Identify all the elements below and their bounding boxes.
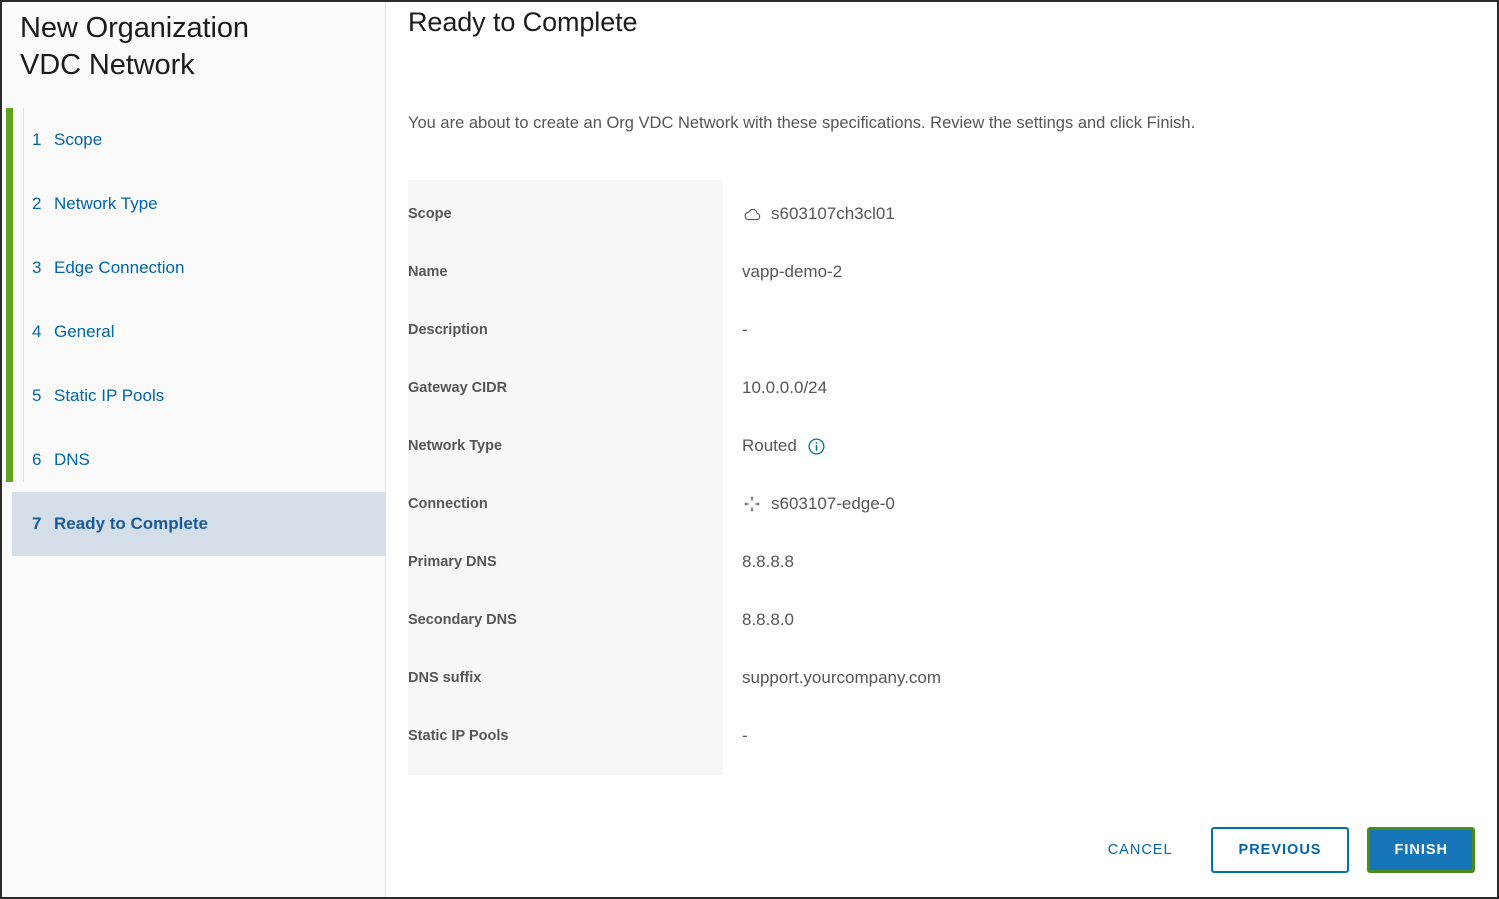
summary-row-static-ip-pools: - [742, 707, 1458, 765]
summary-row-primary-dns: 8.8.8.8 [742, 533, 1458, 591]
cancel-button[interactable]: CANCEL [1092, 832, 1189, 868]
wizard-sidebar: New Organization VDC Network 1 Scope 2 N… [2, 2, 386, 897]
summary-value: 8.8.8.0 [742, 610, 794, 629]
summary-label-column: Scope Name Description Gateway CIDR Netw… [408, 180, 723, 775]
sidebar-item-general[interactable]: 4 General [2, 300, 385, 364]
summary-row-network-type: Routed [742, 417, 1458, 475]
wizard-dialog: New Organization VDC Network 1 Scope 2 N… [0, 0, 1499, 899]
summary-value: 10.0.0.0/24 [742, 378, 828, 397]
sidebar-item-static-ip-pools[interactable]: 5 Static IP Pools [2, 364, 385, 428]
step-number: 2 [32, 194, 42, 214]
summary-value: support.yourcompany.com [742, 668, 942, 687]
connect-arrows-icon [742, 494, 762, 514]
previous-button[interactable]: PREVIOUS [1210, 827, 1350, 873]
summary-label: Secondary DNS [408, 612, 517, 628]
summary-value: - [742, 320, 748, 339]
summary-label: Scope [408, 206, 452, 222]
summary-row-scope: s603107ch3cl01 [742, 185, 1458, 243]
finish-button[interactable]: FINISH [1367, 827, 1475, 873]
summary-label: Gateway CIDR [408, 380, 508, 396]
summary-label: Description [408, 322, 488, 338]
summary-value: - [742, 726, 748, 745]
wizard-step-list: 1 Scope 2 Network Type 3 Edge Connection… [2, 108, 386, 557]
step-label: Scope [54, 130, 103, 150]
summary-value: Routed [742, 436, 797, 455]
summary-label: Static IP Pools [408, 728, 509, 744]
wizard-title: New Organization VDC Network [20, 12, 249, 82]
summary-value: s603107-edge-0 [771, 494, 895, 513]
step-label: DNS [54, 450, 90, 470]
step-number: 7 [32, 514, 42, 534]
sidebar-item-network-type[interactable]: 2 Network Type [2, 172, 385, 236]
summary-value-column: s603107ch3cl01 vapp-demo-2 - 10.0.0.0/24… [723, 180, 1458, 775]
cloud-icon [742, 204, 762, 224]
summary-value: vapp-demo-2 [742, 262, 843, 281]
sidebar-item-dns[interactable]: 6 DNS [2, 428, 385, 492]
summary-row-secondary-dns: 8.8.8.0 [742, 591, 1458, 649]
sidebar-item-ready-to-complete[interactable]: 7 Ready to Complete [12, 492, 386, 557]
step-label: General [54, 322, 115, 342]
summary-label: Name [408, 264, 448, 280]
step-label: Network Type [54, 194, 158, 214]
wizard-footer: CANCEL PREVIOUS FINISH [1092, 827, 1475, 873]
step-label: Ready to Complete [54, 514, 208, 534]
step-number: 6 [32, 450, 42, 470]
intro-text: You are about to create an Org VDC Netwo… [408, 114, 1196, 132]
summary-row-connection: s603107-edge-0 [742, 475, 1458, 533]
summary-table: Scope Name Description Gateway CIDR Netw… [408, 180, 1458, 775]
page-title: Ready to Complete [408, 7, 638, 37]
sidebar-item-edge-connection[interactable]: 3 Edge Connection [2, 236, 385, 300]
step-number: 5 [32, 386, 42, 406]
step-number: 1 [32, 130, 42, 150]
info-icon[interactable] [807, 436, 827, 456]
summary-label: Connection [408, 496, 488, 512]
step-label: Static IP Pools [54, 386, 165, 406]
summary-row-dns-suffix: support.yourcompany.com [742, 649, 1458, 707]
step-number: 4 [32, 322, 42, 342]
wizard-main-panel: Ready to Complete You are about to creat… [386, 2, 1497, 897]
summary-value: s603107ch3cl01 [771, 204, 895, 223]
summary-label: Primary DNS [408, 554, 497, 570]
step-number: 3 [32, 258, 42, 278]
summary-value: 8.8.8.8 [742, 552, 794, 571]
sidebar-item-scope[interactable]: 1 Scope [2, 108, 385, 172]
summary-row-name: vapp-demo-2 [742, 243, 1458, 301]
summary-row-gateway-cidr: 10.0.0.0/24 [742, 359, 1458, 417]
summary-label: DNS suffix [408, 670, 482, 686]
summary-row-description: - [742, 301, 1458, 359]
summary-label: Network Type [408, 438, 503, 454]
step-label: Edge Connection [54, 258, 185, 278]
